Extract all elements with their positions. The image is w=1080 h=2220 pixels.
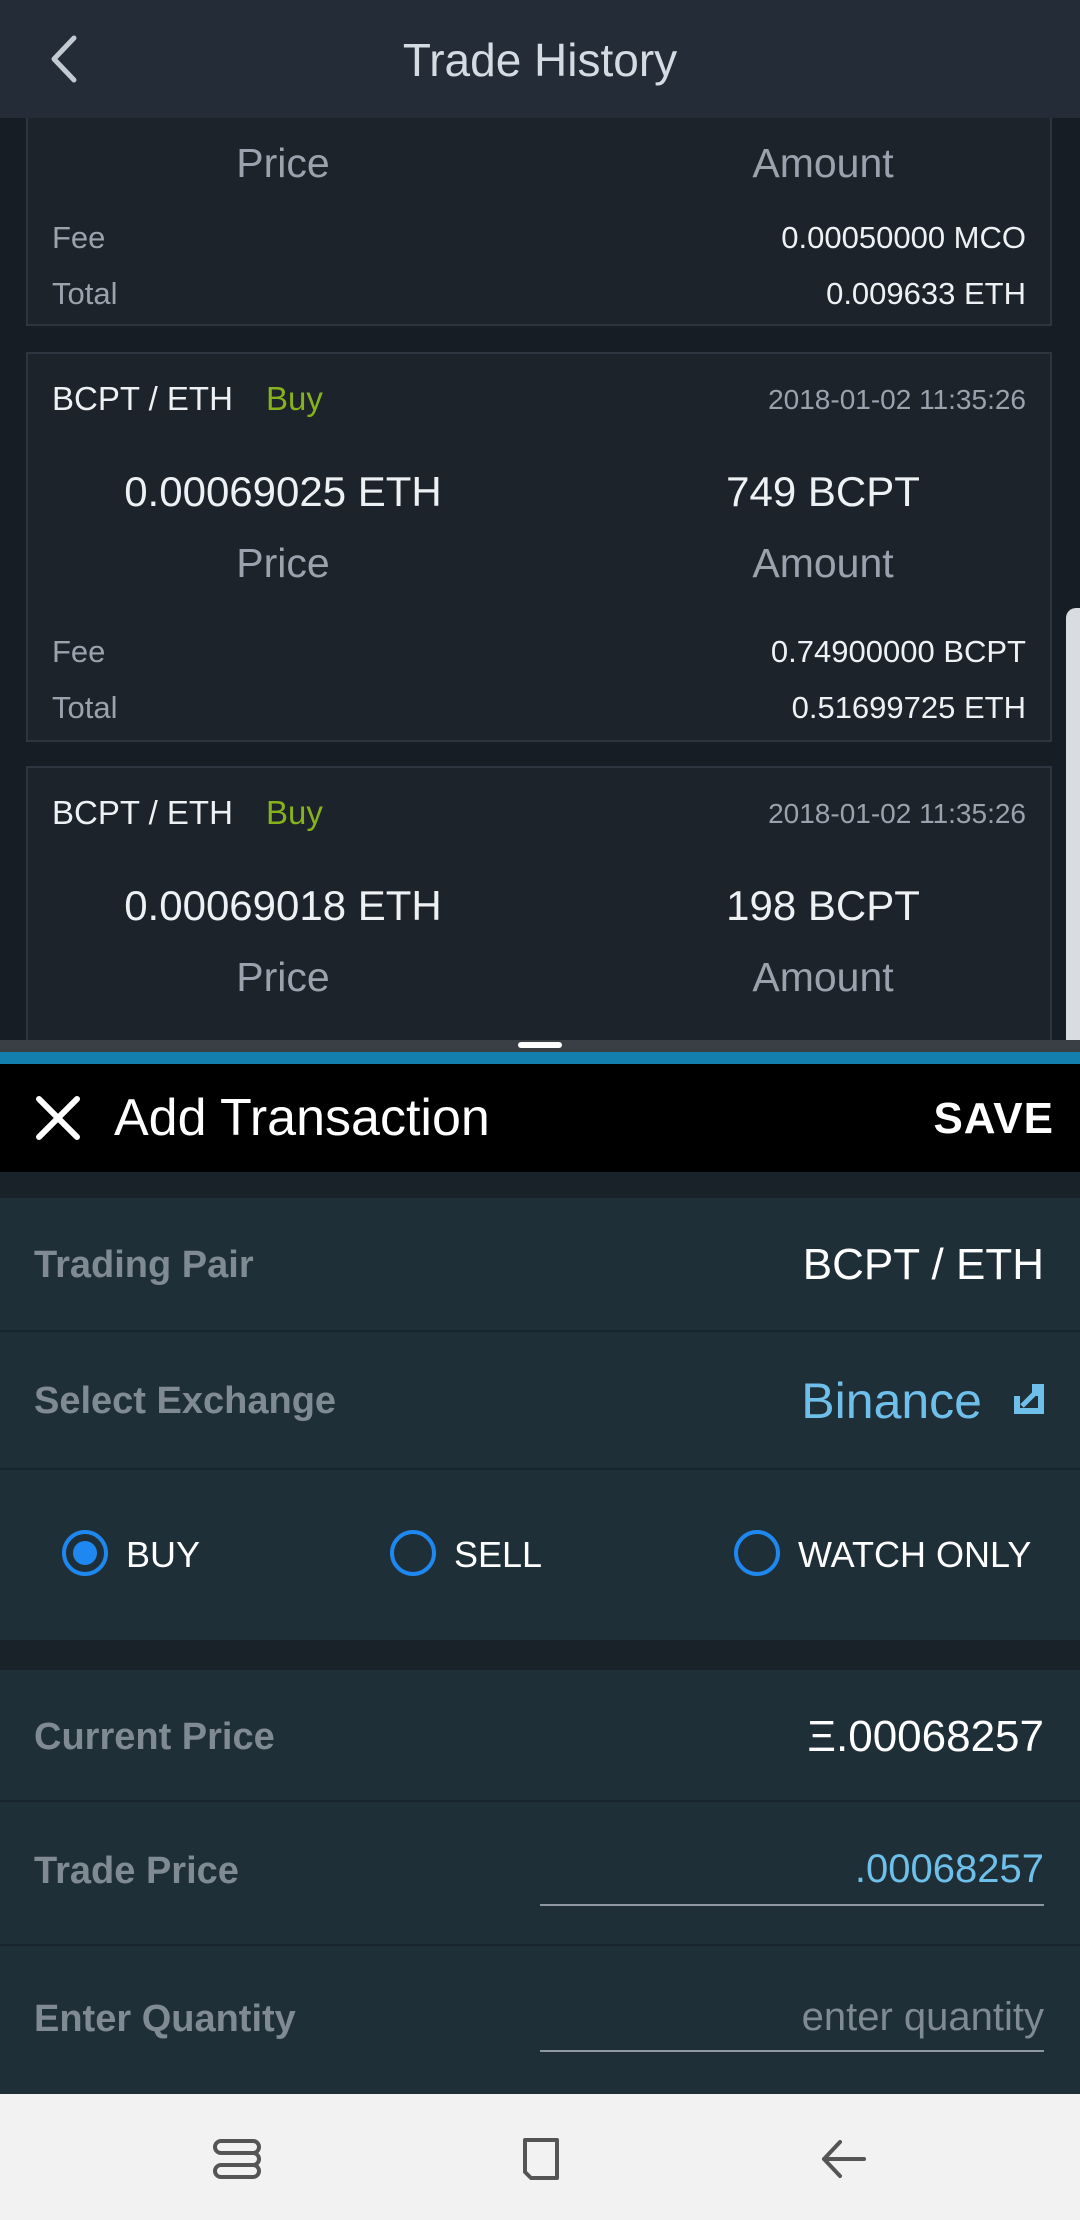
- watch-only-radio[interactable]: [734, 1530, 780, 1576]
- trade-price-underline: [540, 1904, 1044, 1906]
- trade-price-row: Trade Price: [0, 1802, 1080, 1946]
- quantity-input[interactable]: [540, 1990, 1044, 2044]
- buy-radio[interactable]: [62, 1530, 108, 1576]
- trading-pair-value[interactable]: BCPT / ETH: [803, 1240, 1044, 1290]
- total-label: Total: [52, 690, 118, 725]
- nav-back-button[interactable]: [808, 2124, 878, 2194]
- recent-apps-icon: [213, 2139, 261, 2179]
- amount-label: Amount: [752, 140, 894, 186]
- total-value: 0.009633 ETH: [826, 276, 1026, 311]
- trade-list[interactable]: Price Amount Fee 0.00050000 MCO Total 0.…: [0, 118, 1080, 1048]
- amount-label: Amount: [752, 540, 894, 586]
- trade-type-row: BUY SELL WATCH ONLY: [0, 1470, 1080, 1640]
- trade-date: 2018-01-02 11:35:26: [768, 384, 1026, 415]
- expand-icon[interactable]: [1012, 1382, 1046, 1416]
- total-label: Total: [52, 276, 118, 311]
- save-button[interactable]: SAVE: [933, 1064, 1054, 1172]
- trade-side: Buy: [266, 380, 323, 417]
- quantity-underline: [540, 2050, 1044, 2052]
- trade-price-label: Trade Price: [34, 1850, 239, 1892]
- scrollbar-thumb[interactable]: [1066, 608, 1080, 1058]
- buy-radio-label[interactable]: BUY: [126, 1534, 200, 1576]
- nav-back-icon: [822, 2140, 866, 2178]
- total-value: 0.51699725 ETH: [791, 690, 1026, 725]
- amount-value: 198 BCPT: [726, 882, 920, 929]
- app-header: Trade History: [0, 0, 1080, 118]
- close-button[interactable]: [26, 1086, 90, 1150]
- current-price-row: Current Price Ξ.00068257: [0, 1670, 1080, 1802]
- trade-side: Buy: [266, 794, 323, 831]
- trade-price-input[interactable]: [540, 1842, 1044, 1896]
- close-icon: [36, 1096, 80, 1140]
- trading-pair-label: Trading Pair: [34, 1244, 254, 1286]
- current-price-label: Current Price: [34, 1716, 275, 1758]
- trade-history-screen: Trade History Price Amount Fee 0.0005000…: [0, 0, 1080, 1048]
- trade-card[interactable]: Price Amount Fee 0.00050000 MCO Total 0.…: [26, 118, 1052, 326]
- fee-value: 0.00050000 MCO: [781, 220, 1026, 255]
- exchange-row[interactable]: Select Exchange Binance: [0, 1332, 1080, 1470]
- exchange-value[interactable]: Binance: [801, 1372, 982, 1430]
- system-nav-bar: [0, 2094, 1080, 2220]
- fee-label: Fee: [52, 634, 106, 669]
- trade-date: 2018-01-02 11:35:26: [768, 798, 1026, 829]
- trade-card[interactable]: BCPT / ETH Buy 2018-01-02 11:35:26 0.000…: [26, 766, 1052, 1048]
- recent-apps-button[interactable]: [202, 2124, 272, 2194]
- sheet-divider: [0, 1052, 1080, 1064]
- trading-pair: BCPT / ETH: [52, 380, 233, 417]
- fee-value: 0.74900000 BCPT: [770, 634, 1026, 669]
- quantity-label: Enter Quantity: [34, 1998, 296, 2040]
- amount-label: Amount: [752, 954, 894, 1000]
- sell-radio[interactable]: [390, 1530, 436, 1576]
- trading-pair-row[interactable]: Trading Pair BCPT / ETH: [0, 1198, 1080, 1332]
- watch-only-radio-label[interactable]: WATCH ONLY: [798, 1534, 1031, 1576]
- price-label: Price: [236, 540, 330, 586]
- home-icon: [523, 2138, 559, 2180]
- sheet-title: Add Transaction: [114, 1089, 490, 1147]
- price-value: 0.00069025 ETH: [124, 468, 442, 515]
- home-button[interactable]: [505, 2124, 575, 2194]
- page-title: Trade History: [402, 34, 678, 86]
- quantity-row: Enter Quantity: [0, 1946, 1080, 2094]
- price-value: 0.00069018 ETH: [124, 882, 442, 929]
- sell-radio-label[interactable]: SELL: [454, 1534, 542, 1576]
- add-transaction-header: Add Transaction SAVE: [0, 1064, 1080, 1172]
- current-price-value: Ξ.00068257: [807, 1712, 1044, 1761]
- price-label: Price: [236, 954, 330, 1000]
- amount-value: 749 BCPT: [726, 468, 920, 515]
- price-label: Price: [236, 140, 330, 186]
- fee-label: Fee: [52, 220, 106, 255]
- drag-handle-icon[interactable]: [518, 1042, 562, 1048]
- exchange-label: Select Exchange: [34, 1380, 337, 1422]
- trade-card[interactable]: BCPT / ETH Buy 2018-01-02 11:35:26 0.000…: [26, 352, 1052, 742]
- trading-pair: BCPT / ETH: [52, 794, 233, 831]
- add-transaction-form: Trading Pair BCPT / ETH Select Exchange …: [0, 1172, 1080, 2094]
